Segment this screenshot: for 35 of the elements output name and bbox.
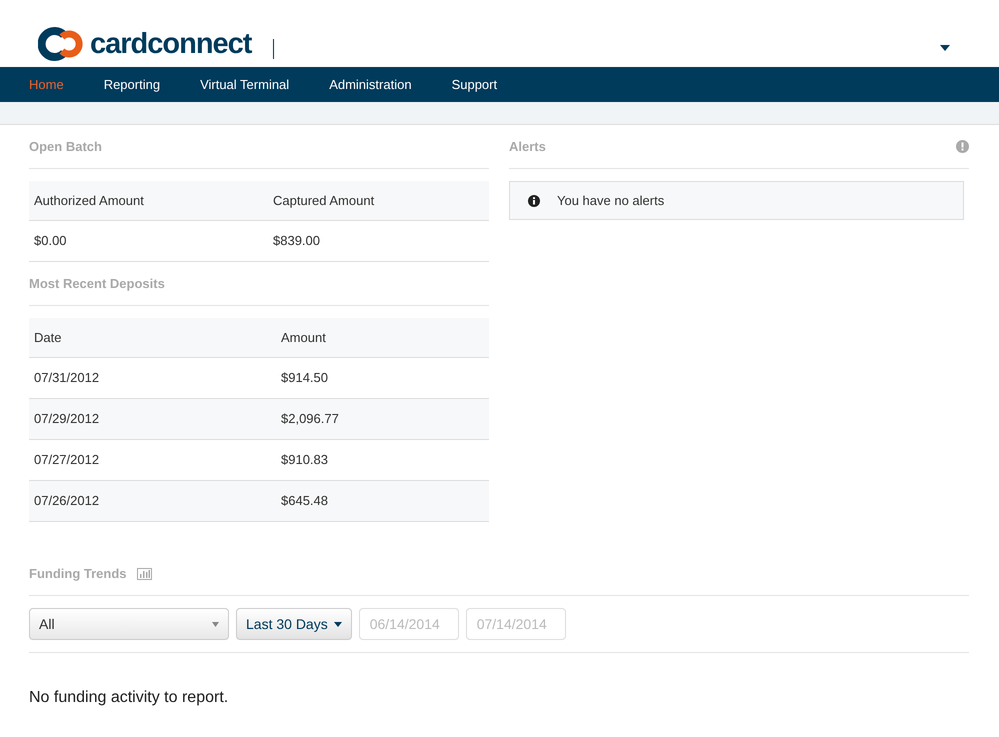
table-cell-text: $839.00 xyxy=(273,232,320,250)
column-header: Authorized Amount xyxy=(34,192,145,210)
table-cell-text: 07/26/2012 xyxy=(34,492,100,510)
table-cell-text: $0.00 xyxy=(34,232,68,250)
section-title: Open Batch xyxy=(29,138,102,156)
column-header: Captured Amount xyxy=(273,192,374,210)
section-title: Alerts xyxy=(509,138,546,156)
table-cell-text: $910.83 xyxy=(281,451,328,470)
table-cell-text: 07/31/2012 xyxy=(34,369,100,388)
nav-tab[interactable]: Reporting xyxy=(104,74,160,94)
end-date-field[interactable]: 07/14/2014 xyxy=(466,608,566,640)
caret-icon xyxy=(334,622,342,626)
caret-icon xyxy=(212,622,219,626)
start-date-field[interactable]: 06/14/2014 xyxy=(358,608,459,640)
column-header: Amount xyxy=(281,328,326,347)
nav-tab[interactable]: Home xyxy=(29,74,64,94)
alert-message: You have no alerts xyxy=(557,192,664,210)
table-cell-text: $2,096.77 xyxy=(281,410,339,428)
logo[interactable]: cardconnect xyxy=(38,27,252,61)
nav-tab[interactable]: Virtual Terminal xyxy=(200,74,290,94)
date-range-dropdown[interactable]: Last 30 Days xyxy=(236,608,352,640)
section-title: Most Recent Deposits xyxy=(29,274,165,293)
info-icon xyxy=(528,194,540,206)
empty-message: No funding activity to report. xyxy=(29,688,230,708)
column-header: Date xyxy=(34,328,62,347)
nav-tab[interactable]: Administration xyxy=(329,74,412,94)
account-select[interactable]: All xyxy=(29,608,229,640)
section-title: Funding Trends xyxy=(29,564,126,583)
table-cell-text: 07/27/2012 xyxy=(34,451,100,470)
table-cell-text: 07/29/2012 xyxy=(34,410,100,428)
exclamation-icon xyxy=(956,140,969,153)
table-cell-text: $914.50 xyxy=(281,369,328,388)
table-cell-text: $645.48 xyxy=(281,492,328,510)
nav-tab[interactable]: Support xyxy=(452,74,498,94)
caret-icon[interactable] xyxy=(940,45,950,51)
